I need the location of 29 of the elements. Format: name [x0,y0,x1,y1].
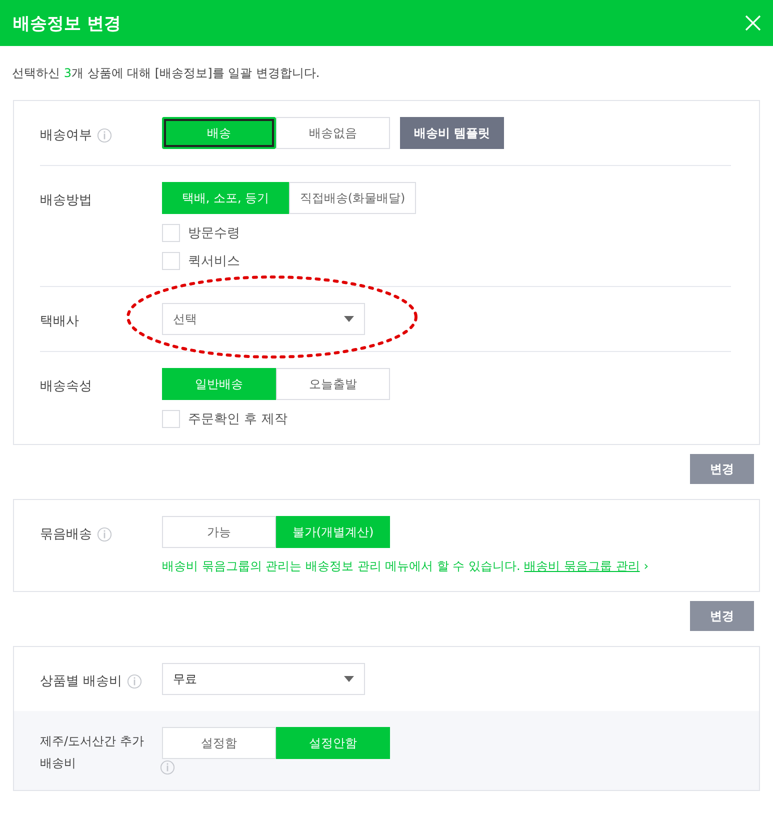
change-button[interactable]: 변경 [690,601,754,631]
field-label: 배송여부 [40,127,92,145]
segment-option[interactable]: 배송없음 [276,117,390,149]
checkbox-label: 퀵서비스 [188,253,240,270]
caret-icon [344,676,354,682]
field-label: 제주/도서산간 추가 배송비 [40,733,145,772]
caret-icon [344,316,354,322]
field-label: 택배사 [40,313,79,331]
segment-option[interactable]: 직접배송(화물배달) [289,182,416,214]
field-label: 배송속성 [40,378,92,396]
checkbox[interactable] [162,224,180,242]
checkbox[interactable] [162,410,180,428]
segment-option[interactable]: 가능 [162,516,276,548]
field-label: 묶음배송 [40,526,92,544]
intro-text: 선택하신 3개 상품에 대해 [배송정보]를 일괄 변경합니다. [12,65,321,82]
segment-option[interactable]: 설정함 [162,727,276,759]
segment-option[interactable]: 오늘출발 [276,368,390,400]
field-label: 배송방법 [40,192,92,210]
field-label: 상품별 배송비 [40,673,122,691]
dropdown[interactable]: 선택 [162,303,365,335]
dropdown[interactable]: 무료 [162,663,365,695]
checkbox[interactable] [162,252,180,270]
checkbox-label: 주문확인 후 제작 [188,411,288,428]
template-button[interactable]: 배송비 템플릿 [400,117,504,149]
dialog-title: 배송정보 변경 [13,12,121,34]
checkbox-label: 방문수령 [188,225,240,242]
help-text: 배송비 묶음그룹의 관리는 배송정보 관리 메뉴에서 할 수 있습니다. 배송비 묶음그룹 관리 › [162,558,649,575]
change-button[interactable]: 변경 [690,454,754,484]
close-icon[interactable] [745,15,761,31]
